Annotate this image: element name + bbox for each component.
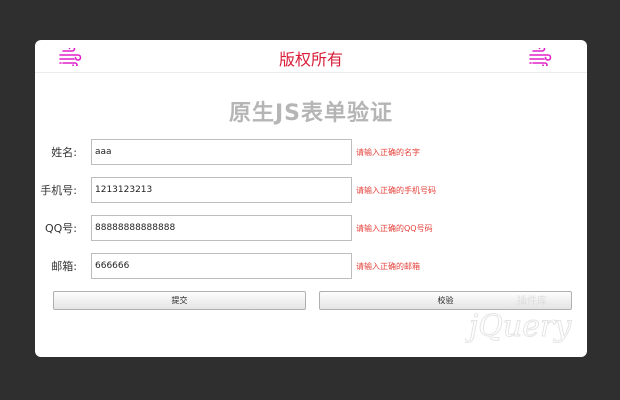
qq-field[interactable]	[91, 215, 352, 241]
phone-hint: 请输入正确的手机号码	[356, 186, 436, 195]
qq-label: QQ号:	[44, 222, 77, 235]
name-label: 姓名:	[51, 146, 77, 159]
phone-row: 手机号: 请输入正确的手机号码	[35, 177, 587, 203]
qq-hint: 请输入正确的QQ号码	[356, 224, 433, 233]
email-hint: 请输入正确的邮箱	[356, 262, 420, 271]
email-label: 邮箱:	[51, 260, 77, 273]
wind-icon	[529, 48, 552, 66]
submit-button[interactable]: 提交	[53, 291, 306, 310]
page-root: 版权所有 原生JS表单验证 姓名: 请输入正确的名字 手机号: 请输入正确的手机…	[0, 0, 620, 400]
name-hint: 请输入正确的名字	[356, 148, 420, 157]
name-row: 姓名: 请输入正确的名字	[35, 139, 587, 165]
phone-label: 手机号:	[40, 184, 77, 197]
email-field[interactable]	[91, 253, 352, 279]
phone-field[interactable]	[91, 177, 352, 203]
email-row: 邮箱: 请输入正确的邮箱	[35, 253, 587, 279]
page-title: 版权所有	[278, 50, 343, 69]
card-header: 版权所有	[35, 40, 587, 73]
jquery-watermark-logo: jQuery 插件库	[465, 294, 573, 345]
qq-row: QQ号: 请输入正确的QQ号码	[35, 215, 587, 241]
name-field[interactable]	[91, 139, 352, 165]
form-title: 原生JS表单验证	[228, 101, 394, 126]
watermark-subtext: 插件库	[517, 294, 547, 307]
watermark-text: jQuery	[465, 309, 572, 344]
